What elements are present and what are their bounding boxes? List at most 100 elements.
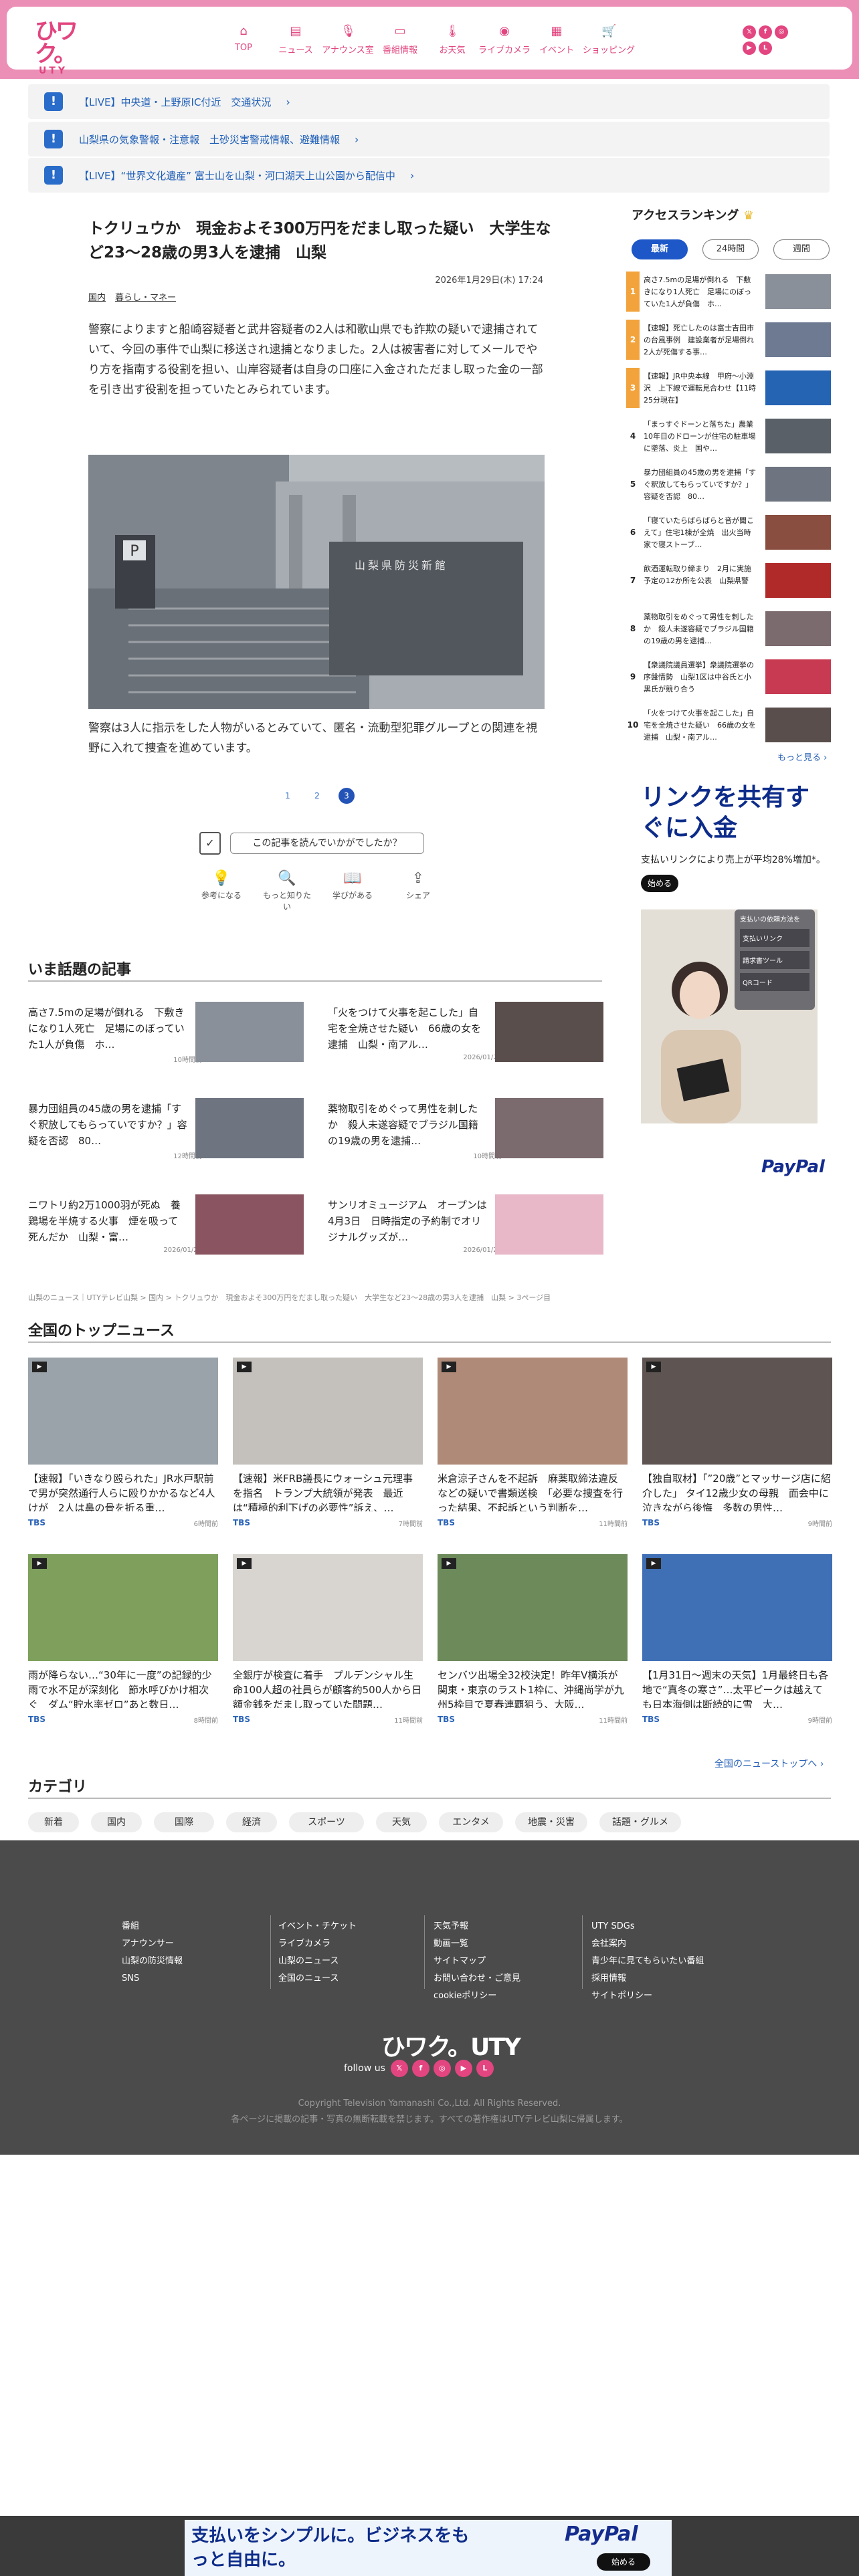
tab-latest[interactable]: 最新	[632, 239, 688, 259]
alert-traffic[interactable]: ! 【LIVE】中央道・上野原IC付近 交通状況 ›	[28, 84, 830, 119]
ranking-item[interactable]: 8 薬物取引をめぐって男性を刺したか 殺人未遂容疑でブラジル国籍の19歳の男を逮捕…	[626, 609, 831, 649]
bottom-ad-button[interactable]: 始める	[597, 2553, 650, 2571]
article-category-link[interactable]: 国内	[88, 290, 106, 303]
news-card[interactable]: ▶ 全銀庁が検査に着手 プルデンシャル生命100人超の社員らが顧客約500人から日…	[233, 1554, 423, 1728]
footer-link[interactable]: サイトマップ	[434, 1953, 520, 1970]
bottom-ad-bar: 支払いをシンプルに。ビジネスをもっと自由に。 PayPal 始める	[0, 2516, 859, 2576]
trending-item[interactable]: サンリオミュージアム オープンは4月3日 日時指定の予約制でオリジナルグッズが……	[328, 1194, 603, 1261]
news-card[interactable]: ▶ 【1月31日～週末の天気】1月最終日も各地で“真冬の寒さ”…太平ピークは越えて…	[642, 1554, 832, 1728]
category-chip[interactable]: 国際	[154, 1812, 214, 1832]
thermometer-icon: 🌡	[445, 24, 460, 38]
alert-fuji[interactable]: ! 【LIVE】“世界文化遺産” 富士山を山梨・河口湖天上山公園から配信中 ›	[28, 158, 830, 193]
category-chip[interactable]: エンタメ	[439, 1812, 503, 1832]
reaction-button[interactable]: 📖 学びがある	[325, 868, 380, 912]
instagram-icon[interactable]: ◎	[775, 25, 788, 39]
footer-link[interactable]: 動画一覧	[434, 1935, 520, 1953]
ranking-item[interactable]: 7 飲酒運転取り締まり 2月に実施予定の12か所を公表 山梨県警	[626, 560, 831, 601]
ranking-item[interactable]: 2 【速報】死亡したのは富士吉田市の台風事例 建設業者が足場倒れ2人が死傷する事…	[626, 320, 831, 360]
footer-link[interactable]: 全国のニュース	[278, 1970, 357, 1988]
all-news-link[interactable]: 全国のニューストップへ ›	[714, 1757, 824, 1770]
alert-weather[interactable]: ! 山梨県の気象警報・注意報 土砂災害警戒情報、避難情報 ›	[28, 122, 830, 156]
tab-weekly[interactable]: 週間	[773, 239, 830, 259]
category-chip[interactable]: スポーツ	[289, 1812, 364, 1832]
category-chip[interactable]: 経済	[226, 1812, 277, 1832]
nav-item-1[interactable]: ▤ ニュース	[270, 24, 322, 60]
reaction-button[interactable]: 🔍 もっと知りたい	[260, 868, 314, 912]
reaction-button[interactable]: 💡 参考になる	[194, 868, 249, 912]
news-card[interactable]: ▶ 【速報】米FRB議長にウォーシュ元理事を指名 トランプ大統領が発表 最近は“積…	[233, 1358, 423, 1531]
page-3-current[interactable]: 3	[339, 788, 355, 804]
reaction-button[interactable]: ⇪ シェア	[391, 868, 446, 912]
category-chip[interactable]: 新着	[28, 1812, 79, 1832]
ad-button[interactable]: 始める	[641, 875, 678, 892]
nav-item-2[interactable]: 🎙 アナウンス室	[322, 24, 374, 60]
footer-link[interactable]: SNS	[122, 1970, 183, 1988]
news-card[interactable]: ▶ 米倉涼子さんを不起訴 麻薬取締法違反などの疑いで書類送検 「必要な捜査を行った…	[438, 1358, 628, 1531]
nav-item-7[interactable]: 🛒 ショッピング	[583, 24, 635, 60]
category-chip[interactable]: 天気	[376, 1812, 427, 1832]
category-chip[interactable]: 話題・グルメ	[599, 1812, 681, 1832]
trending-item[interactable]: 高さ7.5mの足場が倒れる 下敷きになり1人死亡 足場にのぼっていた1人が負傷 …	[28, 1002, 304, 1069]
ranking-item[interactable]: 10 「火をつけて火事を起こした」自宅を全焼させた疑い 66歳の女を逮捕 山梨・南…	[626, 705, 831, 745]
more-ranking-link[interactable]: もっと見る ›	[777, 750, 827, 763]
trending-item[interactable]: ニワトリ約2万1000羽が死ぬ 養鶏場を半焼する火事 煙を吸って死んだか 山梨・…	[28, 1194, 304, 1261]
ranking-item[interactable]: 3 【速報】JR中央本線 甲府～小淵沢 上下線で運転見合わせ【11時25分現在】	[626, 368, 831, 408]
youtube-icon[interactable]: ▶	[454, 2060, 472, 2077]
article-category-link[interactable]: 暮らし・マネー	[115, 290, 176, 303]
news-date: 11時間前	[599, 1521, 628, 1528]
x-icon[interactable]: 𝕏	[743, 25, 756, 39]
tab-24h[interactable]: 24時間	[702, 239, 759, 259]
footer-link[interactable]: 青少年に見てもらいたい番組	[591, 1953, 704, 1970]
facebook-icon[interactable]: f	[759, 25, 772, 39]
site-logo[interactable]: ひワク。 UTY	[35, 20, 88, 76]
footer-link[interactable]: cookieポリシー	[434, 1988, 520, 2005]
footer-link[interactable]: アナウンサー	[122, 1935, 183, 1953]
category-chip[interactable]: 地震・災害	[515, 1812, 587, 1832]
footer-link[interactable]: 天気予報	[434, 1918, 520, 1935]
news-card[interactable]: ▶ 【速報】「いきなり殴られた」JR水戸駅前で男が突然通行人らに殴りかかるなど4人…	[28, 1358, 218, 1531]
ranking-item[interactable]: 6 「寝ていたらばらばらと音が聞こえて」住宅1棟が全焼 出火当時 家で寝ストーブ…	[626, 512, 831, 552]
trending-item[interactable]: 薬物取引をめぐって男性を刺したか 殺人未遂容疑でブラジル国籍の19歳の男を逮捕……	[328, 1098, 603, 1165]
bottom-ad[interactable]: 支払いをシンプルに。ビジネスをもっと自由に。 PayPal 始める	[185, 2520, 672, 2576]
x-icon[interactable]: 𝕏	[390, 2060, 408, 2077]
footer-link[interactable]: 山梨のニュース	[278, 1953, 357, 1970]
news-card[interactable]: ▶ 【独自取材】「”20歳”とマッサージ店に紹介した」 タイ12歳少女の母親 面会…	[642, 1358, 832, 1531]
footer-link[interactable]: 採用情報	[591, 1970, 704, 1988]
news-card[interactable]: ▶ 雨が降らない…“30年に一度”の記録的少雨で水不足が深刻化 節水呼びかけ相次ぐ…	[28, 1554, 218, 1728]
nav-item-5[interactable]: ◉ ライブカメラ	[478, 24, 531, 60]
youtube-icon[interactable]: ▶	[743, 41, 756, 55]
facebook-icon[interactable]: f	[411, 2060, 430, 2077]
footer-link[interactable]: イベント・チケット	[278, 1918, 357, 1935]
footer-link[interactable]: お問い合わせ・ご意見	[434, 1970, 520, 1988]
page-2[interactable]: 2	[309, 788, 325, 804]
instagram-icon[interactable]: ◎	[433, 2060, 451, 2077]
ranking-item[interactable]: 9 【衆議院議員選挙】衆議院選挙の序盤情勢 山梨1区は中谷氏と小黒氏が競り合う	[626, 657, 831, 697]
nav-item-0[interactable]: ⌂ TOP	[217, 24, 270, 60]
trending-item[interactable]: 暴力団組員の45歳の男を逮捕「すぐ釈放してもらっていですか？」容疑を否認 80……	[28, 1098, 304, 1165]
ranking-item[interactable]: 1 高さ7.5mの足場が倒れる 下敷きになり1人死亡 足場にのぼっていた1人が負傷…	[626, 272, 831, 312]
nav-item-4[interactable]: 🌡 お天気	[426, 24, 478, 60]
feedback-button[interactable]: この記事を読んでいかがでしたか？	[230, 833, 424, 854]
nav-item-6[interactable]: ▦ イベント	[531, 24, 583, 60]
footer-link[interactable]: 会社案内	[591, 1935, 704, 1953]
page-1[interactable]: 1	[280, 788, 296, 804]
footer-link[interactable]: UTY SDGs	[591, 1918, 704, 1935]
line-icon[interactable]: L	[476, 2060, 494, 2077]
news-card[interactable]: ▶ センバツ出場全32校決定！昨年V横浜が関東・東京のラスト1枠に、沖縄尚学が九州…	[438, 1554, 628, 1728]
footer-logo[interactable]: ひワク。UTY	[381, 2028, 521, 2062]
footer-link[interactable]: 番組	[122, 1918, 183, 1935]
ranking-item[interactable]: 5 暴力団組員の45歳の男を逮捕「すぐ釈放してもらっていですか？」容疑を否認 80…	[626, 464, 831, 504]
nav-item-3[interactable]: ▭ 番組情報	[374, 24, 426, 60]
footer-link[interactable]: 山梨の防災情報	[122, 1953, 183, 1970]
sidebar-ad[interactable]: リンクを共有すぐに入金 支払いリンクにより売上が平均28%増加*。 始める 支払…	[641, 782, 831, 1184]
ranking-thumbnail	[765, 419, 831, 453]
trending-item[interactable]: 「火をつけて火事を起こした」自宅を全焼させた疑い 66歳の女を逮捕 山梨・南アル…	[328, 1002, 603, 1069]
category-chip[interactable]: 国内	[91, 1812, 142, 1832]
news-source: TBS	[642, 1518, 660, 1527]
ranking-thumbnail	[765, 611, 831, 646]
line-icon[interactable]: L	[759, 41, 772, 55]
footer-link[interactable]: ライブカメラ	[278, 1935, 357, 1953]
ranking-item[interactable]: 4 「まっすぐドーンと落ちた」農業10年目のドローンが住宅の駐車場に墜落、炎上 国…	[626, 416, 831, 456]
ad-menu-item: 請求書ツール	[740, 951, 809, 969]
footer-link[interactable]: サイトポリシー	[591, 1988, 704, 2005]
